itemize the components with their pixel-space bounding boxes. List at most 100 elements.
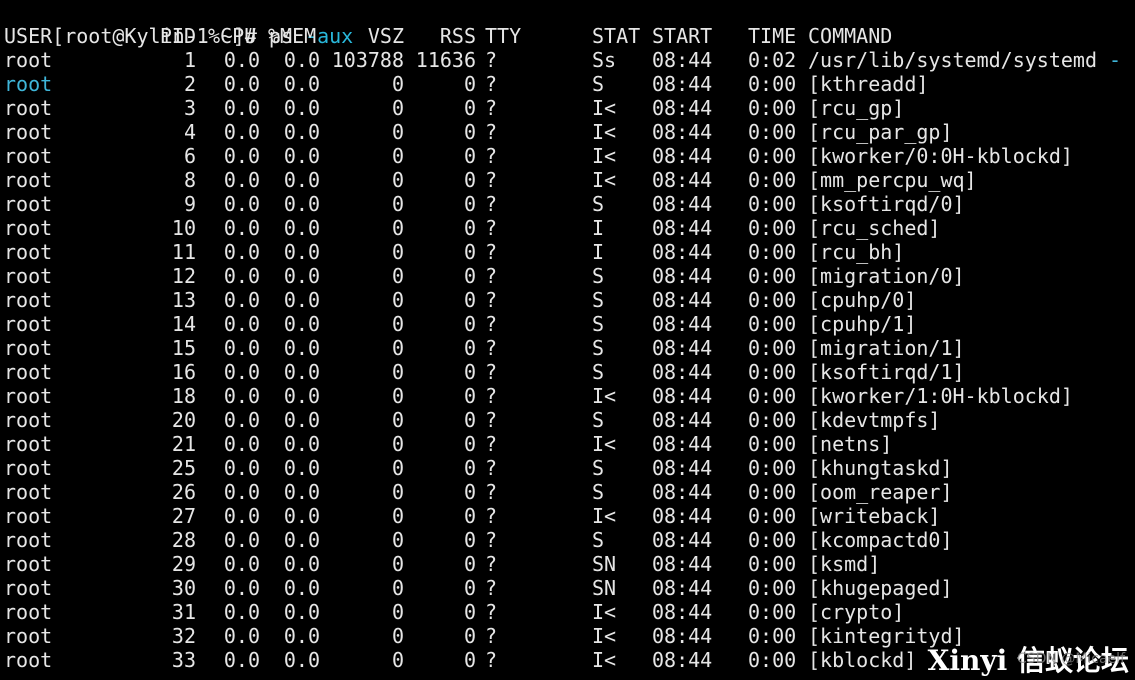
row-tty: ? [485, 120, 498, 144]
row-mem: 0.0 [283, 504, 320, 528]
table-row: root 16 0.0 0.0 0 0? S 08:44 0:00 [ksoftirqd/1] [4, 360, 1135, 384]
row-stat: I< [592, 120, 617, 144]
row-mem: 0.0 [283, 432, 320, 456]
row-time: 0:00 [748, 216, 797, 240]
row-pid: 10 [171, 216, 196, 240]
row-cpu: 0.0 [223, 432, 260, 456]
row-vsz: 0 [391, 480, 404, 504]
row-mem: 0.0 [283, 552, 320, 576]
row-mem: 0.0 [283, 120, 320, 144]
row-time: 0:00 [748, 312, 797, 336]
table-row: root 25 0.0 0.0 0 0? S 08:44 0:00 [khungtaskd] [4, 456, 1135, 480]
row-user: root [4, 552, 53, 576]
row-vsz: 0 [391, 216, 404, 240]
row-pid: 18 [171, 384, 196, 408]
row-stat: I< [592, 432, 617, 456]
row-user: root [4, 480, 53, 504]
row-tty: ? [485, 408, 498, 432]
row-tty: ? [485, 480, 498, 504]
header-pid: PID [159, 24, 196, 48]
row-user: root [4, 432, 53, 456]
table-row: root 1 0.0 0.0 103788 11636? Ss 08:44 0:02/usr/l… [4, 48, 1135, 72]
row-mem: 0.0 [283, 480, 320, 504]
row-pid: 6 [183, 144, 196, 168]
row-time: 0:00 [748, 120, 797, 144]
row-stat: I< [592, 504, 617, 528]
row-mem: 0.0 [283, 624, 320, 648]
row-vsz: 0 [391, 336, 404, 360]
row-command: [kthreadd] [808, 72, 929, 96]
table-row: root 8 0.0 0.0 0 0? I< 08:44 0:00 [mm_percpu_wq] [4, 168, 1135, 192]
table-row: root 15 0.0 0.0 0 0? S 08:44 0:00 [migration/1] [4, 336, 1135, 360]
row-stat: S [592, 480, 605, 504]
row-user: root [4, 312, 53, 336]
row-user: root [4, 528, 53, 552]
row-time: 0:00 [748, 96, 797, 120]
row-start: 08:44 [652, 288, 713, 312]
row-pid: 33 [171, 648, 196, 672]
row-mem: 0.0 [283, 288, 320, 312]
row-command: [kworker/1:0H-kblockd] [808, 384, 1073, 408]
row-command: [ksoftirqd/0] [808, 192, 965, 216]
row-rss: 0 [463, 72, 476, 96]
row-pid: 13 [171, 288, 196, 312]
watermark-sub: CSDN @Micaelf [1016, 651, 1125, 667]
row-command: [migration/1] [808, 336, 965, 360]
table-row: root 13 0.0 0.0 0 0? S 08:44 0:00 [cpuhp/0] [4, 288, 1135, 312]
row-pid: 29 [171, 552, 196, 576]
row-vsz: 0 [391, 120, 404, 144]
header-command: COMMAND [808, 24, 893, 48]
row-user: root [4, 168, 53, 192]
row-command: [migration/0] [808, 264, 965, 288]
row-user: root [4, 360, 53, 384]
row-rss: 0 [463, 264, 476, 288]
row-start: 08:44 [652, 48, 713, 72]
row-tty: ? [485, 264, 498, 288]
row-start: 08:44 [652, 552, 713, 576]
row-pid: 15 [171, 336, 196, 360]
table-row: root 4 0.0 0.0 0 0? I< 08:44 0:00 [rcu_par_gp] [4, 120, 1135, 144]
table-row: root 9 0.0 0.0 0 0? S 08:44 0:00 [ksoftirqd/0] [4, 192, 1135, 216]
row-time: 0:00 [748, 456, 797, 480]
row-command: [khugepaged] [808, 576, 953, 600]
row-vsz: 0 [391, 144, 404, 168]
row-cpu: 0.0 [223, 624, 260, 648]
row-pid: 1 [183, 48, 196, 72]
row-user: root [4, 240, 53, 264]
row-vsz: 0 [391, 240, 404, 264]
row-stat: SN [592, 552, 617, 576]
row-time: 0:00 [748, 648, 797, 672]
row-command: [ksoftirqd/1] [808, 360, 965, 384]
row-cpu: 0.0 [223, 408, 260, 432]
row-mem: 0.0 [283, 600, 320, 624]
row-cpu: 0.0 [223, 600, 260, 624]
row-command: [kcompactd0] [808, 528, 953, 552]
row-pid: 32 [171, 624, 196, 648]
row-mem: 0.0 [283, 216, 320, 240]
row-time: 0:00 [748, 408, 797, 432]
row-pid: 27 [171, 504, 196, 528]
row-command: [rcu_gp] [808, 96, 905, 120]
table-row: root 20 0.0 0.0 0 0? S 08:44 0:00 [kdevtmpfs] [4, 408, 1135, 432]
header-stat: STAT [592, 24, 641, 48]
row-cpu: 0.0 [223, 96, 260, 120]
row-rss: 0 [463, 504, 476, 528]
row-start: 08:44 [652, 456, 713, 480]
row-rss: 0 [463, 168, 476, 192]
row-stat: I< [592, 144, 617, 168]
row-cpu: 0.0 [223, 264, 260, 288]
row-start: 08:44 [652, 408, 713, 432]
terminal-window[interactable]: [root@Kylin-1 ~]# ps -aux USER PID %CPU … [0, 0, 1135, 680]
row-start: 08:44 [652, 312, 713, 336]
row-time: 0:00 [748, 168, 797, 192]
row-user: root [4, 648, 53, 672]
row-mem: 0.0 [283, 72, 320, 96]
row-cpu: 0.0 [223, 480, 260, 504]
row-cpu: 0.0 [223, 168, 260, 192]
row-mem: 0.0 [283, 192, 320, 216]
row-command: [oom_reaper] [808, 480, 953, 504]
row-pid: 20 [171, 408, 196, 432]
row-command: [cpuhp/0] [808, 288, 917, 312]
row-cpu: 0.0 [223, 576, 260, 600]
row-user: root [4, 456, 53, 480]
